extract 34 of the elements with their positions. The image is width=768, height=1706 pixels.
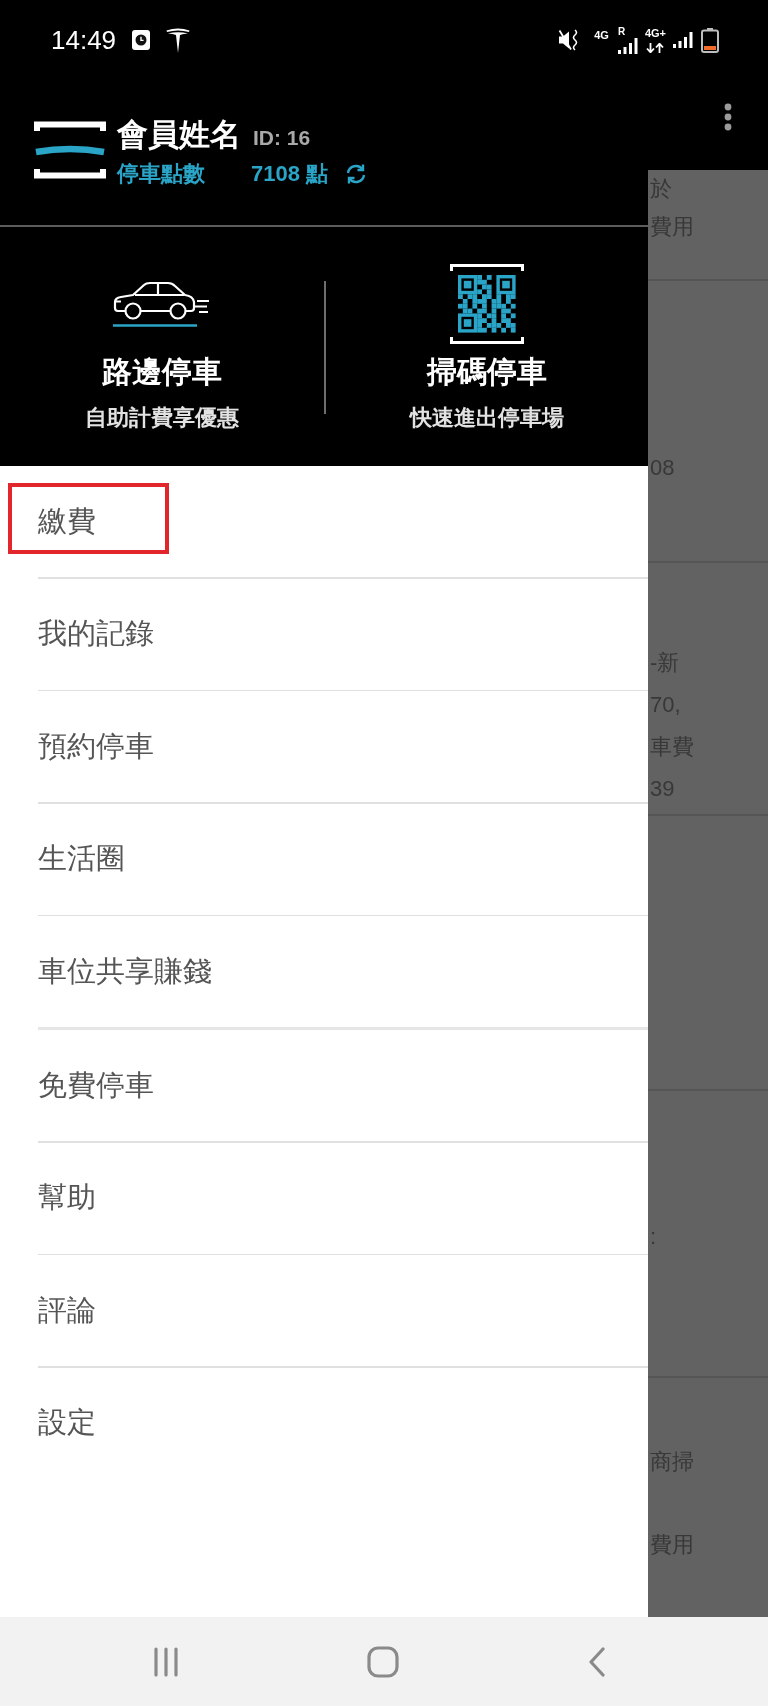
menu-item[interactable]: 幫助 [0,1142,648,1254]
qr-code-icon[interactable] [450,264,524,344]
menu-item[interactable]: 評論 [0,1255,648,1366]
menu-item[interactable]: 車位共享賺錢 [0,916,648,1027]
battery-icon [701,27,719,53]
points-value: 7108 點 [251,160,329,188]
roaming-text: R [617,26,626,37]
signal-icon [617,37,638,54]
user-id: ID: 16 [253,125,311,151]
network-type-text: 4G [594,29,609,41]
home-icon[interactable] [367,1645,399,1678]
menu-item[interactable]: 設定 [0,1367,648,1479]
more-options-icon[interactable] [724,103,732,131]
shortcut-title[interactable]: 掃碼停車 [427,352,547,392]
status-time: 14:49 [51,25,117,55]
shortcut-title[interactable]: 路邊停車 [102,352,222,392]
signal-icon [673,32,693,48]
recent-apps-icon[interactable] [153,1646,179,1677]
menu-item[interactable]: 我的記錄 [0,578,648,690]
shortcut-subtitle: 自助計費享優惠 [85,404,239,432]
menu-item[interactable]: 免費停車 [0,1030,648,1141]
car-icon[interactable] [113,280,211,328]
shortcut-subtitle: 快速進出停車場 [410,404,564,432]
logo-icon [34,121,106,179]
menu-item[interactable]: 繳費 [0,466,648,577]
points-label: 停車點數 [117,160,205,188]
data-arrows-icon [646,42,665,53]
clock-icon [132,30,151,50]
menu-item[interactable]: 預約停車 [0,691,648,802]
list-text: : [650,1223,657,1251]
back-icon[interactable] [587,1646,607,1677]
menu-item[interactable]: 生活圈 [0,803,648,915]
network-type-text: 4G+ [644,27,666,39]
user-name: 會員姓名 [117,118,241,152]
